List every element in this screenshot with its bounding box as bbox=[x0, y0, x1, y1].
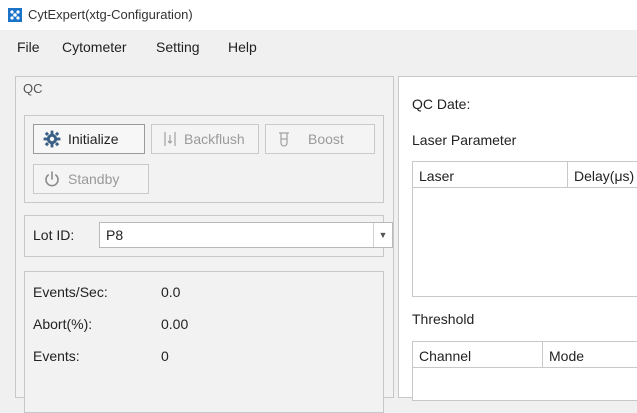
boost-button[interactable]: Boost bbox=[265, 124, 375, 154]
gear-icon bbox=[42, 129, 62, 149]
threshold-table: Channel Mode bbox=[412, 341, 637, 401]
menu-help[interactable]: Help bbox=[228, 39, 257, 55]
lot-id-value: P8 bbox=[106, 227, 124, 243]
standby-button[interactable]: Standby bbox=[33, 164, 149, 194]
events-value: 0 bbox=[161, 348, 169, 364]
chevron-down-icon[interactable]: ▼ bbox=[373, 223, 392, 247]
standby-label: Standby bbox=[68, 171, 120, 187]
delay-column-header[interactable]: Delay(μs) bbox=[568, 162, 637, 188]
qc-stats-group: Events/Sec: 0.0 Abort(%): 0.00 Events: 0 bbox=[24, 271, 384, 413]
qc-controls-group: Initialize Backflush Boost Standby bbox=[24, 115, 384, 203]
events-per-sec-value: 0.0 bbox=[161, 284, 181, 300]
test-tube-icon bbox=[274, 129, 294, 149]
abort-percent-label: Abort(%): bbox=[33, 316, 93, 332]
mode-column-header[interactable]: Mode bbox=[543, 342, 637, 368]
threshold-label: Threshold bbox=[412, 311, 475, 327]
laser-table: Laser Delay(μs) bbox=[412, 161, 637, 297]
window-title: CytExpert(xtg-Configuration) bbox=[28, 7, 193, 22]
events-per-sec-label: Events/Sec: bbox=[33, 284, 108, 300]
app-logo-icon bbox=[8, 8, 22, 22]
qc-panel: QC Initialize Backflush Boost Standby Lo… bbox=[15, 76, 394, 413]
initialize-button[interactable]: Initialize bbox=[33, 124, 145, 154]
events-label: Events: bbox=[33, 348, 80, 364]
menu-file[interactable]: File bbox=[17, 39, 40, 55]
initialize-label: Initialize bbox=[68, 131, 119, 147]
qc-date-label: QC Date: bbox=[412, 96, 471, 112]
boost-label: Boost bbox=[308, 131, 344, 147]
qc-details-panel: QC Date: Laser Parameter Laser Delay(μs)… bbox=[398, 76, 637, 401]
qc-panel-title: QC bbox=[23, 81, 43, 96]
menu-cytometer[interactable]: Cytometer bbox=[62, 39, 127, 55]
title-bar: CytExpert(xtg-Configuration) bbox=[0, 0, 637, 30]
lot-id-label: Lot ID: bbox=[33, 227, 75, 243]
menu-setting[interactable]: Setting bbox=[156, 39, 200, 55]
channel-column-header[interactable]: Channel bbox=[413, 342, 543, 368]
laser-parameter-label: Laser Parameter bbox=[412, 132, 517, 148]
backflush-button[interactable]: Backflush bbox=[151, 124, 259, 154]
lot-id-select[interactable]: P8 ▼ bbox=[99, 222, 393, 248]
menu-bar: File Cytometer Setting Help bbox=[0, 34, 637, 60]
laser-column-header[interactable]: Laser bbox=[413, 162, 568, 188]
backflush-icon bbox=[160, 129, 180, 149]
abort-percent-value: 0.00 bbox=[161, 316, 189, 332]
backflush-label: Backflush bbox=[184, 131, 245, 147]
lot-id-group: Lot ID: P8 ▼ bbox=[24, 215, 393, 257]
power-icon bbox=[42, 169, 62, 189]
